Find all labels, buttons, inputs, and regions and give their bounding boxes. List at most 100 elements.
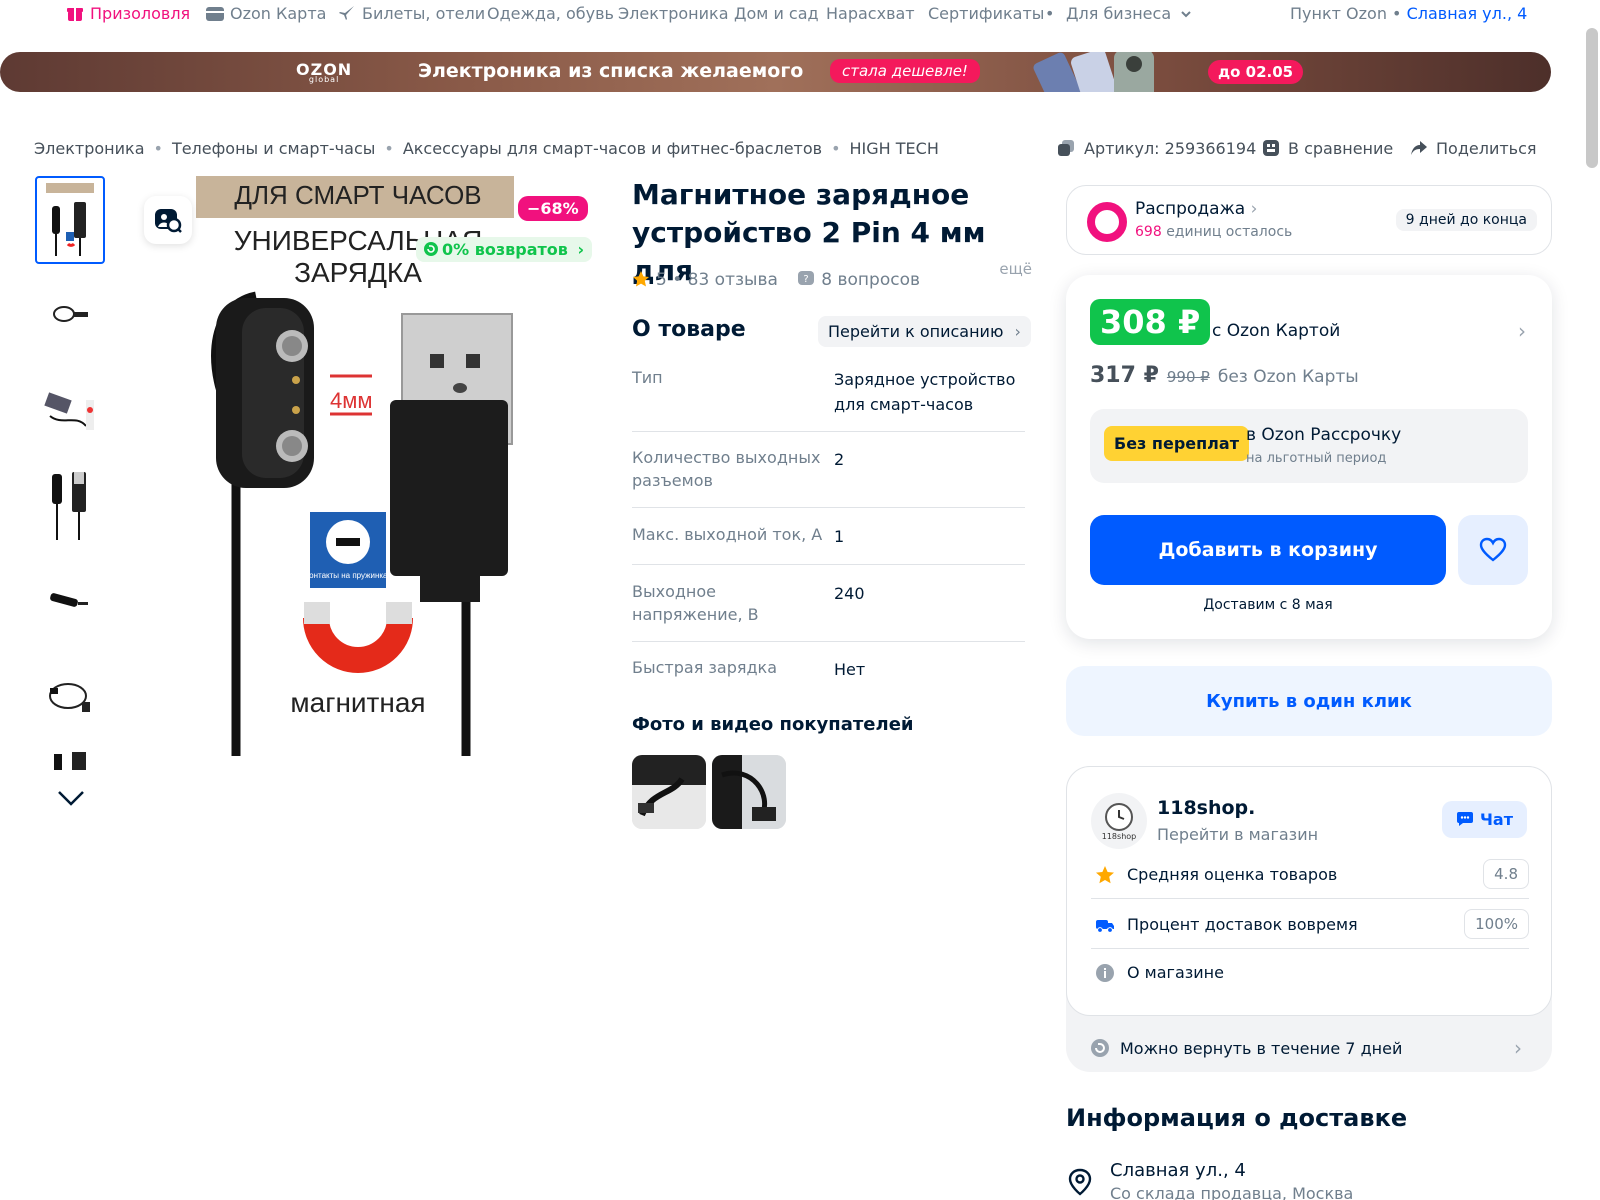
spec-key: Выходное напряжение, В (632, 582, 759, 624)
nav-business[interactable]: Для бизнеса (1066, 4, 1192, 23)
sale-count: 698 единиц осталось (1135, 224, 1292, 240)
buy-one-click-button[interactable]: Купить в один клик (1066, 666, 1552, 736)
nav-prizes[interactable]: Призоловля (66, 4, 190, 23)
sale-block[interactable]: Распродажа › 698 единиц осталось 9 дней … (1066, 185, 1552, 255)
installment-block[interactable]: Без переплат в Ozon Рассрочку на льготны… (1090, 409, 1528, 483)
nav-business-label: Для бизнеса (1066, 4, 1172, 23)
chevron-down-icon (1181, 11, 1191, 18)
installment-sub: на льготный период (1246, 451, 1387, 466)
delivery-title: Информация о доставке (1066, 1104, 1408, 1132)
scrollbar[interactable] (1586, 28, 1598, 168)
thumbnail[interactable] (35, 176, 105, 264)
chat-icon (1457, 812, 1473, 826)
thumbnail[interactable] (35, 460, 105, 548)
nav-hot[interactable]: Нарасхват (826, 4, 915, 23)
shop-block: 118shop 118shop. Перейти в магазин Чат С… (1066, 766, 1552, 1072)
compare-button[interactable]: В сравнение (1262, 139, 1393, 158)
card-icon (206, 7, 224, 21)
breadcrumb-item[interactable]: Аксессуары для смарт-часов и фитнес-брас… (403, 139, 822, 158)
share-label: Поделиться (1436, 139, 1537, 158)
thumbnail-image (44, 392, 94, 430)
to-description-label: Перейти к описанию (828, 322, 1004, 341)
thumbnail[interactable] (35, 652, 105, 740)
favorite-button[interactable] (1458, 515, 1528, 585)
spec-value: Нет (834, 660, 866, 679)
pickup-label: Пункт Ozon (1290, 4, 1387, 23)
thumbnail[interactable] (35, 556, 105, 644)
info-icon (1096, 964, 1114, 982)
nav-certs[interactable]: Сертификаты (928, 4, 1044, 23)
promo-banner[interactable]: OZON global Электроника из списка желаем… (0, 52, 1551, 92)
nocard-price-row: 317 ₽ 990 ₽ без Ozon Карты (1090, 363, 1359, 388)
installment-tag: Без переплат (1104, 426, 1249, 461)
shop-rating-value: 4.8 (1483, 859, 1529, 889)
shop-avatar[interactable]: 118shop (1091, 793, 1147, 849)
shop-rating-row: Средняя оценка товаров 4.8 (1091, 859, 1529, 899)
shop-about-row[interactable]: О магазине (1091, 957, 1529, 997)
customer-photo[interactable] (712, 755, 786, 829)
customer-photo[interactable] (632, 755, 706, 829)
nav-home[interactable]: Дом и сад (734, 4, 819, 23)
chat-button[interactable]: Чат (1442, 801, 1527, 838)
breadcrumb-item[interactable]: HIGH TECH (850, 139, 939, 158)
customer-photos-title: Фото и видео покупателей (632, 714, 914, 735)
breadcrumb-item[interactable]: Телефоны и смарт-часы (172, 139, 375, 158)
pickup-point[interactable]: Пункт Ozon • Славная ул., 4 (1290, 4, 1527, 23)
star-icon (1096, 866, 1114, 884)
spec-key: Тип (632, 368, 663, 387)
delivery-address[interactable]: Славная ул., 4 (1110, 1160, 1246, 1181)
breadcrumb-sep: • (384, 139, 394, 158)
banner-date: до 02.05 (1208, 60, 1304, 84)
article-label: Артикул: 259366194 (1084, 139, 1257, 158)
old-price: 990 ₽ (1166, 368, 1210, 386)
breadcrumb-sep: • (831, 139, 841, 158)
sale-title-text: Распродажа (1135, 199, 1246, 219)
thumbnail[interactable] (35, 748, 105, 770)
shop-info: 118shop 118shop. Перейти в магазин Чат С… (1066, 766, 1552, 1016)
spec-row: Макс. выходной ток, А 1 (632, 523, 1025, 565)
returns-badge[interactable]: 0% возвратов › (416, 237, 593, 262)
nav-ozon-card[interactable]: Ozon Карта (206, 4, 326, 23)
sale-days: 9 дней до конца (1395, 209, 1537, 231)
spec-value: 240 (834, 584, 865, 603)
image-search-button[interactable] (144, 196, 192, 244)
top-nav: Призоловля Ozon Карта Билеты, отели Одеж… (0, 0, 1568, 28)
thumbnail[interactable] (35, 270, 105, 358)
breadcrumb-item[interactable]: Электроника (34, 139, 145, 158)
chevron-right-icon: › (577, 240, 585, 259)
share-button[interactable]: Поделиться (1410, 139, 1537, 158)
spec-key: Быстрая зарядка (632, 658, 778, 677)
sale-count-value: 698 (1135, 224, 1162, 240)
question-icon: ? (798, 271, 815, 285)
spec-value: 1 (834, 527, 845, 546)
shop-about-label: О магазине (1127, 963, 1224, 982)
nav-clothes[interactable]: Одежда, обувь (487, 4, 614, 23)
chevron-right-icon[interactable]: › (1518, 319, 1526, 343)
clock-icon (1105, 802, 1133, 831)
to-description-button[interactable]: Перейти к описанию › (818, 316, 1031, 347)
nav-ozon-card-label: Ozon Карта (230, 4, 327, 23)
location-pin-icon (1068, 1168, 1092, 1196)
gift-icon (67, 8, 83, 21)
nav-electronics[interactable]: Электроника (618, 4, 729, 23)
shop-rating-label: Средняя оценка товаров (1127, 865, 1338, 884)
questions-link[interactable]: ? 8 вопросов (797, 270, 920, 290)
plane-icon (339, 6, 354, 20)
return-policy-row[interactable]: Можно вернуть в течение 7 дней › (1090, 1036, 1528, 1060)
thumbnail-image (53, 306, 88, 322)
title-more-link[interactable]: ещё (969, 250, 1032, 288)
article-number[interactable]: Артикул: 259366194 (1058, 139, 1256, 158)
thumbnail[interactable] (35, 370, 105, 458)
shop-name[interactable]: 118shop. (1157, 797, 1255, 819)
nocard-price: 317 ₽ (1090, 363, 1159, 388)
shop-link[interactable]: Перейти в магазин (1157, 825, 1318, 844)
installment-title: в Ozon Рассрочку (1246, 425, 1402, 445)
chevron-down-icon[interactable] (56, 788, 86, 808)
add-to-cart-button[interactable]: Добавить в корзину (1090, 515, 1446, 585)
product-image[interactable]: 4мм Контакты на пружинках магнитная ДЛЯ … (196, 176, 576, 766)
nav-tickets[interactable]: Билеты, отели (338, 4, 485, 23)
delivery-address-sub: Со склада продавца, Москва (1110, 1184, 1354, 1200)
contacts-label: Контакты на пружинках (304, 571, 391, 580)
nav-prizes-label: Призоловля (90, 4, 191, 23)
reviews-link[interactable]: 5 • 83 отзыва (632, 270, 783, 290)
